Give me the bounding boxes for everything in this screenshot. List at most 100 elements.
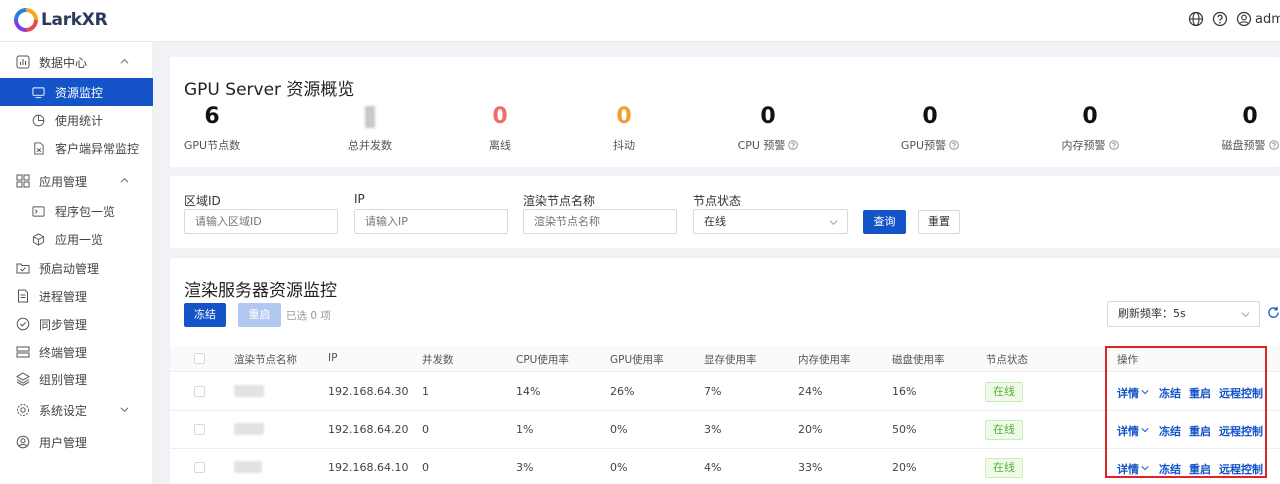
region-input[interactable] — [184, 209, 338, 234]
help-circle-icon[interactable] — [949, 140, 959, 150]
sidebar-item-resource-monitor[interactable]: 资源监控 — [0, 78, 153, 106]
sidebar-item-sync[interactable]: 同步管理 — [0, 310, 153, 338]
ip-input[interactable] — [354, 209, 508, 234]
sidebar-item-users[interactable]: 用户管理 — [0, 428, 153, 456]
stat-label-text: 内存预警 — [1061, 139, 1106, 152]
user-circle-icon — [16, 435, 30, 449]
stat-label: CPU 预警 — [698, 137, 838, 153]
chevron-down-icon — [120, 407, 129, 413]
status-select[interactable]: 在线 — [693, 209, 848, 234]
cell-ip: 192.168.64.20 — [328, 423, 409, 436]
sidebar-item-label: 进程管理 — [39, 289, 88, 304]
help-circle-icon[interactable] — [1268, 140, 1279, 150]
document-icon — [18, 289, 28, 303]
sidebar-item-groups[interactable]: 组别管理 — [0, 365, 153, 393]
stat-value: 0 — [1242, 104, 1258, 129]
stat-7: 0 磁盘预警 — [1180, 103, 1280, 153]
sidebar-item-usage-stats[interactable]: 使用统计 — [0, 106, 153, 134]
larkxr-logo-icon — [14, 8, 38, 32]
sidebar-item-apps[interactable]: 应用一览 — [0, 225, 153, 253]
stat-value: 0 — [1082, 104, 1098, 129]
refresh-rate-value: 刷新频率：5s — [1118, 307, 1186, 320]
freeze-button[interactable]: 冻结 — [184, 303, 226, 327]
sidebar-group-label: 系统设定 — [39, 403, 88, 418]
layers-icon — [16, 372, 30, 386]
help-icon[interactable] — [1212, 11, 1228, 27]
sidebar-item-client-exception[interactable]: 客户端异常监控 — [0, 134, 153, 162]
server-icon — [16, 346, 30, 358]
restart-button[interactable]: 重启 — [238, 303, 281, 327]
reset-button[interactable]: 重置 — [918, 210, 960, 234]
cell-concurrency: 0 — [422, 461, 429, 474]
redacted-value — [365, 106, 375, 128]
sidebar-group-label: 应用管理 — [39, 174, 88, 189]
cell-disk: 20% — [892, 461, 917, 474]
sidebar-item-label: 使用统计 — [55, 113, 104, 128]
bar-chart-icon — [16, 55, 30, 69]
column-header: 节点状态 — [986, 354, 1028, 366]
stat-value: 0 — [760, 104, 776, 129]
sidebar-item-prestart[interactable]: 预启动管理 — [0, 254, 153, 282]
cell-disk: 16% — [892, 385, 917, 398]
cell-concurrency: 0 — [422, 423, 429, 436]
column-header: IP — [328, 352, 338, 364]
stat-5: 0 GPU预警 — [860, 103, 1000, 153]
cell-ip: 192.168.64.10 — [328, 461, 409, 474]
cell-cpu: 3% — [516, 461, 534, 474]
app-logo[interactable]: LarkXR — [14, 8, 108, 32]
filter-card: 区域ID IP 渲染节点名称 节点状态 在线 查询 重置 — [170, 176, 1280, 248]
cell-mem: 20% — [798, 423, 823, 436]
help-circle-icon[interactable] — [788, 140, 799, 150]
globe-icon[interactable] — [1188, 11, 1204, 27]
sidebar-item-terminal[interactable]: 终端管理 — [0, 338, 153, 366]
chevron-up-icon — [120, 177, 129, 183]
stat-label: GPU预警 — [860, 137, 1000, 153]
folder-check-icon — [16, 263, 30, 274]
cell-vram: 3% — [704, 423, 722, 436]
refresh-icon[interactable] — [1267, 306, 1280, 319]
sidebar-group-data-center[interactable]: 数据中心 — [0, 48, 153, 76]
select-all-checkbox[interactable] — [194, 353, 205, 364]
chevron-up-icon — [120, 58, 129, 64]
status-badge: 在线 — [985, 382, 1023, 402]
help-circle-icon[interactable] — [1108, 140, 1119, 150]
chevron-down-icon — [1241, 312, 1250, 318]
selected-count: 已选 0 项 — [286, 310, 331, 322]
search-button[interactable]: 查询 — [863, 210, 906, 234]
row-checkbox[interactable] — [194, 424, 205, 435]
cell-concurrency: 1 — [422, 385, 429, 398]
user-menu[interactable]: admin — [1236, 11, 1280, 27]
status-select-value: 在线 — [704, 215, 726, 228]
sidebar-item-packages[interactable]: 程序包一览 — [0, 197, 153, 225]
sidebar-group-app-management[interactable]: 应用管理 — [0, 167, 153, 195]
node-name-input[interactable] — [523, 209, 677, 234]
row-checkbox[interactable] — [194, 462, 205, 473]
stat-label: 总并发数 — [300, 137, 440, 153]
stat-label: 离线 — [430, 137, 570, 153]
redacted-node-name — [234, 461, 262, 473]
sidebar-group-system-settings[interactable]: 系统设定 — [0, 396, 153, 424]
stat-2: 0 离线 — [430, 103, 570, 153]
cell-mem: 24% — [798, 385, 823, 398]
column-header: GPU使用率 — [610, 354, 664, 366]
overview-title: GPU Server 资源概览 — [184, 80, 355, 100]
sidebar-item-label: 组别管理 — [39, 372, 88, 387]
region-label: 区域ID — [184, 194, 221, 208]
sidebar-item-process[interactable]: 进程管理 — [0, 282, 153, 310]
sidebar-item-label: 客户端异常监控 — [55, 141, 140, 156]
status-badge: 在线 — [985, 420, 1023, 440]
cell-cpu: 14% — [516, 385, 541, 398]
pie-chart-icon — [32, 114, 45, 126]
cell-disk: 50% — [892, 423, 917, 436]
redacted-node-name — [234, 385, 264, 397]
row-checkbox[interactable] — [194, 386, 205, 397]
actions-highlight-box — [1105, 346, 1267, 478]
cube-icon — [32, 232, 45, 246]
stat-label-text: CPU 预警 — [737, 139, 786, 152]
refresh-rate-select[interactable]: 刷新频率：5s — [1107, 301, 1260, 327]
column-header: 内存使用率 — [798, 354, 851, 366]
cell-gpu: 0% — [610, 461, 628, 474]
sidebar-item-label: 应用一览 — [55, 232, 104, 247]
status-label: 节点状态 — [693, 194, 742, 208]
cell-mem: 33% — [798, 461, 823, 474]
